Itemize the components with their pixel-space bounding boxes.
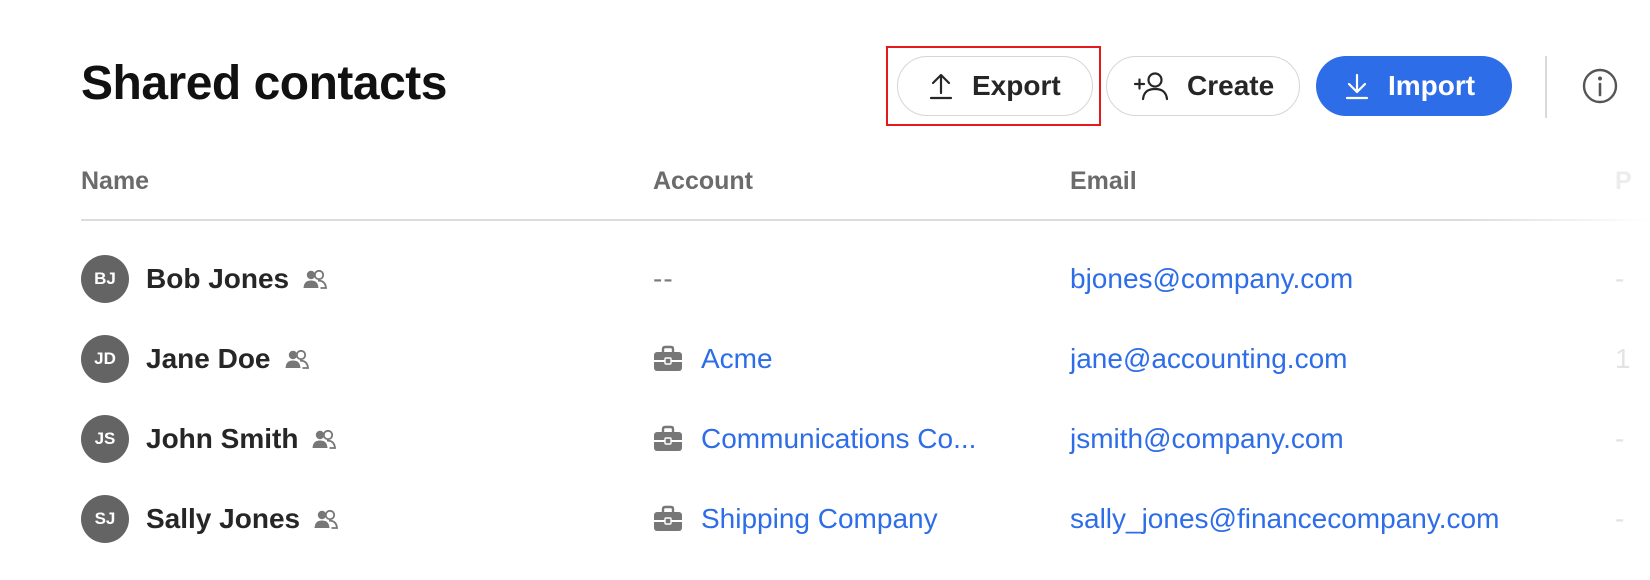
email-link[interactable]: jsmith@company.com (1070, 423, 1344, 455)
column-header-email[interactable]: Email (1070, 167, 1137, 196)
account-empty: -- (653, 263, 674, 294)
download-icon (1345, 73, 1369, 100)
column-header-name[interactable]: Name (81, 167, 149, 196)
import-button-label: Import (1388, 70, 1476, 101)
table-row[interactable]: JD Jane Doe Acme jane@accounting.com 1 (0, 335, 1650, 415)
contact-name[interactable]: Jane Doe (146, 343, 309, 375)
people-icon (314, 509, 339, 529)
email-link[interactable]: jane@accounting.com (1070, 343, 1347, 375)
contact-name[interactable]: Bob Jones (146, 263, 328, 295)
account-link[interactable]: Communications Co... (701, 423, 976, 455)
toolbar-divider (1545, 56, 1547, 118)
phone-cell: - (1615, 503, 1625, 534)
header-divider (81, 219, 1650, 221)
table-row[interactable]: JS John Smith Communications Co... jsmit… (0, 415, 1650, 495)
avatar: JD (81, 335, 129, 383)
contact-name[interactable]: John Smith (146, 423, 337, 455)
phone-cell: - (1615, 423, 1625, 454)
column-header-phone[interactable]: P (1615, 167, 1632, 196)
info-icon[interactable] (1582, 68, 1618, 104)
contact-name-text: Bob Jones (146, 263, 290, 294)
phone-cell: - (1615, 263, 1625, 294)
people-icon (285, 349, 309, 369)
people-icon (312, 429, 337, 449)
contact-name-text: Sally Jones (146, 503, 301, 534)
create-button[interactable]: Create (1106, 56, 1300, 116)
import-button[interactable]: Import (1316, 56, 1512, 116)
contact-name-text: John Smith (146, 423, 299, 454)
contact-name[interactable]: Sally Jones (146, 503, 339, 535)
column-header-account[interactable]: Account (653, 167, 753, 196)
people-icon (303, 269, 328, 289)
contact-name-text: Jane Doe (146, 343, 271, 374)
create-button-label: Create (1187, 70, 1275, 101)
page-title: Shared contacts (81, 57, 447, 110)
add-person-icon (1133, 72, 1169, 101)
briefcase-icon (654, 345, 682, 371)
table-row[interactable]: BJ Bob Jones -- bjones@company.com - (0, 255, 1650, 335)
email-link[interactable]: bjones@company.com (1070, 263, 1353, 295)
table-row[interactable]: SJ Sally Jones Shipping Company sally_jo… (0, 495, 1650, 575)
email-link[interactable]: sally_jones@financecompany.com (1070, 503, 1499, 535)
export-highlight-box (886, 46, 1101, 126)
briefcase-icon (654, 505, 682, 531)
briefcase-icon (654, 425, 682, 451)
avatar: SJ (81, 495, 129, 543)
phone-cell: 1 (1615, 343, 1631, 374)
avatar: JS (81, 415, 129, 463)
account-link[interactable]: Acme (701, 343, 773, 375)
avatar: BJ (81, 255, 129, 303)
account-link[interactable]: Shipping Company (701, 503, 938, 535)
